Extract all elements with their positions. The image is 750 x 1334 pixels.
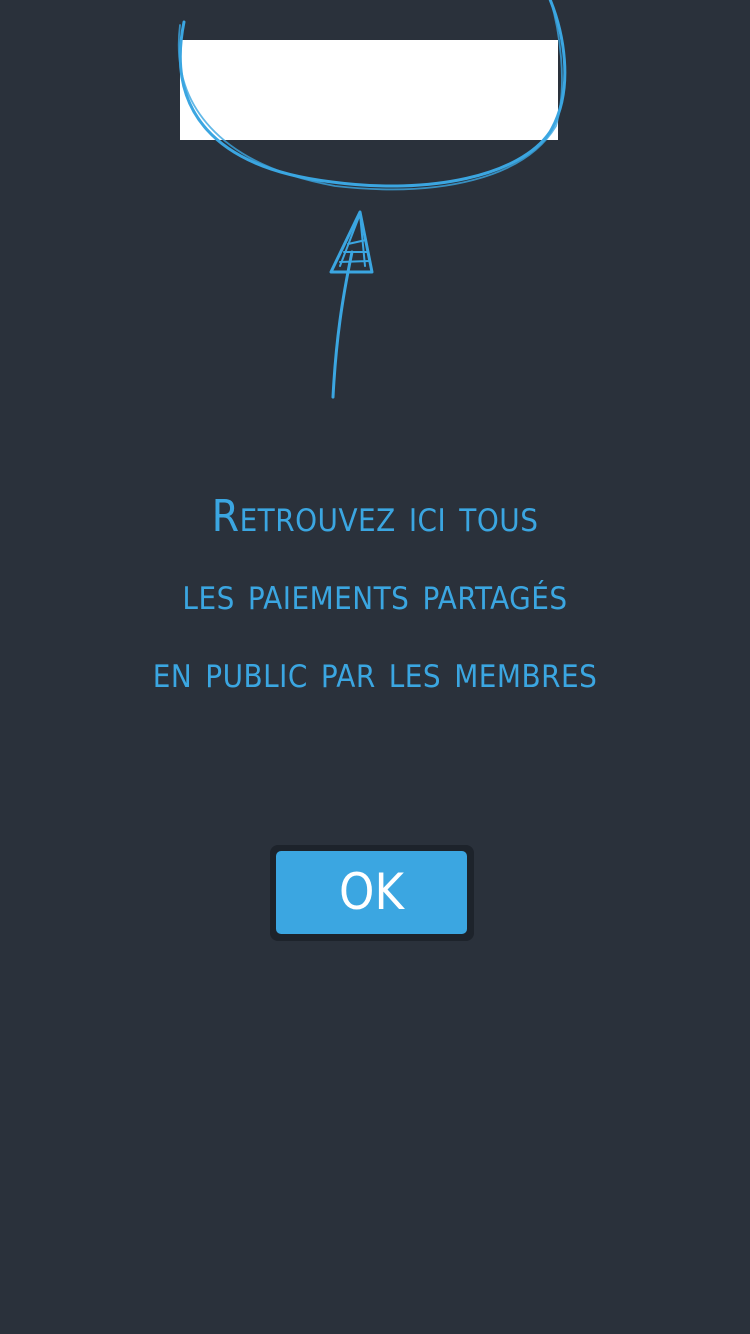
arrow-head-drawing (329, 210, 374, 274)
highlight-circle-drawing (178, 0, 567, 188)
message-line-2: les paiements partagés (182, 569, 568, 620)
message-line-3: en public par les membres (152, 647, 598, 698)
tutorial-message: Retrouvez ici tous les paiements partagé… (0, 478, 750, 712)
arrow-shaft-drawing (331, 250, 354, 399)
ok-button-frame: OK (270, 845, 474, 941)
tutorial-pointer-drawing (177, 0, 567, 399)
ok-button[interactable]: OK (276, 851, 467, 934)
message-line-1: Retrouvez ici tous (211, 491, 539, 542)
